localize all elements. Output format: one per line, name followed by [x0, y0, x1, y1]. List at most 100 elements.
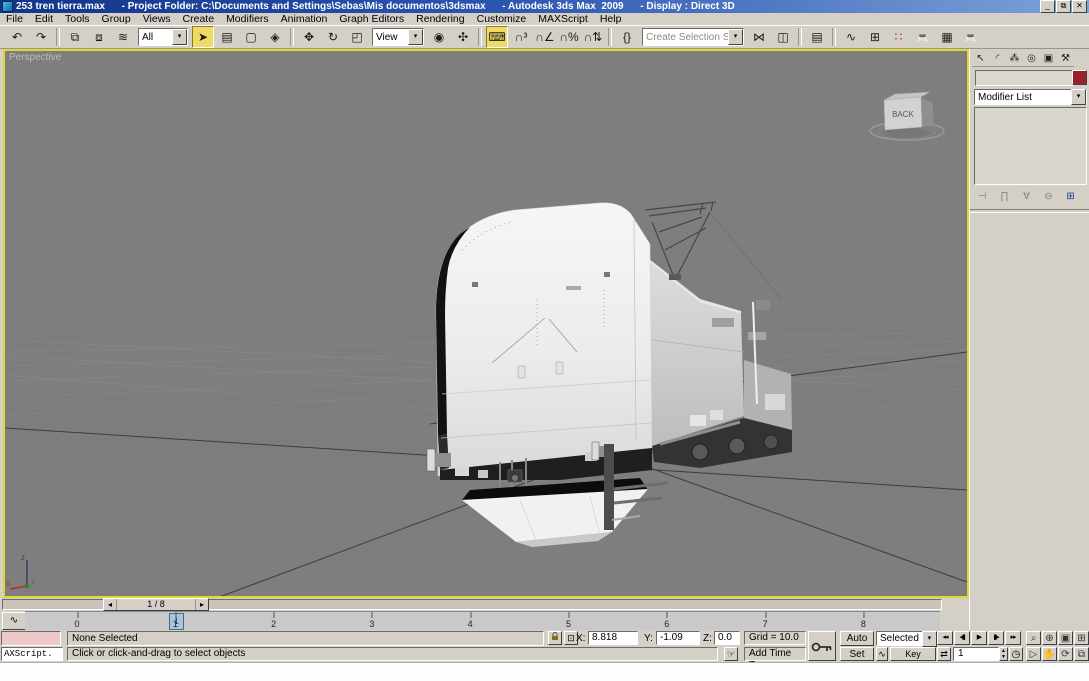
percent-snap-toggle-button[interactable]: ∩%	[558, 26, 580, 48]
chevron-down-icon[interactable]: ▾	[172, 29, 187, 45]
track-bar-ruler[interactable]: 1 012345678	[25, 611, 940, 631]
menu-rendering[interactable]: Rendering	[410, 13, 470, 25]
use-pivot-point-center-button[interactable]: ◉	[428, 26, 450, 48]
key-filters-button[interactable]: Key Filters...	[890, 647, 936, 661]
next-frame-button[interactable]: ▮▸	[988, 631, 1004, 645]
view-cube[interactable]: BACK	[870, 92, 944, 140]
chevron-down-icon[interactable]: ▾	[1071, 89, 1086, 105]
rectangular-selection-region-button[interactable]: ▢	[240, 26, 262, 48]
viewport-canvas[interactable]: BACK z x y	[5, 51, 967, 596]
make-unique-button[interactable]: ∀	[1017, 188, 1036, 205]
undo-button[interactable]: ↶	[6, 26, 28, 48]
layer-manager-button[interactable]: ▤	[806, 26, 828, 48]
menu-animation[interactable]: Animation	[275, 13, 334, 25]
field-of-view-button[interactable]: ▷	[1026, 647, 1041, 661]
snaps-toggle-button[interactable]: ∩³	[510, 26, 532, 48]
menu-group[interactable]: Group	[96, 13, 137, 25]
material-editor-button[interactable]: ∷	[888, 26, 910, 48]
modifier-list-dropdown[interactable]: Modifier List ▾	[974, 89, 1087, 105]
object-name-field[interactable]	[975, 70, 1074, 86]
y-coordinate-field[interactable]: -1.09	[656, 631, 700, 645]
select-object-button[interactable]: ➤	[192, 26, 214, 48]
default-in-out-tangents-button[interactable]: ∿	[876, 647, 888, 661]
menu-tools[interactable]: Tools	[59, 13, 96, 25]
bind-to-space-warp-button[interactable]: ≋	[112, 26, 134, 48]
reference-coordinate-system-dropdown[interactable]: View▾	[372, 28, 424, 46]
window-crossing-button[interactable]: ◈	[264, 26, 286, 48]
tab-display[interactable]: ▣	[1040, 51, 1057, 67]
menu-help[interactable]: Help	[594, 13, 628, 25]
edit-named-selection-sets-button[interactable]: {}	[616, 26, 638, 48]
add-time-tag-field[interactable]: Add Time Tag	[744, 647, 806, 661]
select-and-manipulate-button[interactable]: ✣	[452, 26, 474, 48]
selection-lock-toggle[interactable]	[548, 631, 562, 645]
select-by-name-button[interactable]: ▤	[216, 26, 238, 48]
menu-file[interactable]: File	[0, 13, 29, 25]
align-button[interactable]: ◫	[772, 26, 794, 48]
select-and-move-button[interactable]: ✥	[298, 26, 320, 48]
selection-set-key-dropdown[interactable]: Selected ▾	[876, 631, 936, 646]
select-and-scale-button[interactable]: ◰	[346, 26, 368, 48]
unlink-selection-button[interactable]: ⧈	[88, 26, 110, 48]
zoom-button[interactable]: ⌕	[1026, 631, 1041, 645]
render-setup-button[interactable]: ☕	[912, 26, 934, 48]
go-to-end-button[interactable]: ▸▸	[1005, 631, 1021, 645]
chevron-down-icon[interactable]: ▾	[408, 29, 423, 45]
train-model[interactable]	[427, 202, 792, 547]
tab-hierarchy[interactable]: ⁂	[1006, 51, 1023, 67]
redo-button[interactable]: ↷	[30, 26, 52, 48]
go-to-start-button[interactable]: ◂◂	[937, 631, 953, 645]
pan-button[interactable]: ✋	[1042, 647, 1057, 661]
minimize-button[interactable]: _	[1040, 0, 1055, 13]
maxscript-macro-recorder[interactable]	[1, 631, 61, 646]
show-end-result-button[interactable]: ∏	[995, 188, 1014, 205]
quick-render-button[interactable]: ☕	[960, 26, 982, 48]
time-tag-icon[interactable]: ☞	[724, 647, 738, 661]
previous-frame-arrow[interactable]: ◂	[104, 599, 117, 610]
title-bar[interactable]: 253 tren tierra.max - Project Folder: C:…	[0, 0, 1089, 13]
tab-motion[interactable]: ◎	[1023, 51, 1040, 67]
key-mode-toggle[interactable]: ⇄	[937, 647, 951, 661]
open-mini-curve-editor-button[interactable]: ∿	[2, 612, 26, 630]
select-and-link-button[interactable]: ⧉	[64, 26, 86, 48]
next-frame-arrow[interactable]: ▸	[195, 599, 208, 610]
chevron-down-icon[interactable]: ▾	[922, 631, 937, 647]
schematic-view-button[interactable]: ⊞	[864, 26, 886, 48]
x-coordinate-field[interactable]: 8.818	[588, 631, 638, 645]
menu-modifiers[interactable]: Modifiers	[220, 13, 275, 25]
zoom-extents-button[interactable]: ▣	[1058, 631, 1073, 645]
previous-frame-button[interactable]: ◂▮	[954, 631, 970, 645]
time-configuration-button[interactable]: ◷	[1009, 647, 1023, 661]
menu-graph-editors[interactable]: Graph Editors	[333, 13, 410, 25]
maxscript-mini-listener[interactable]: AXScript.	[1, 647, 63, 661]
frame-spinner[interactable]: ▲▼	[999, 647, 1008, 661]
arc-rotate-button[interactable]: ⟳	[1058, 647, 1073, 661]
selection-filter-dropdown[interactable]: All▾	[138, 28, 188, 46]
menu-views[interactable]: Views	[137, 13, 177, 25]
menu-maxscript[interactable]: MAXScript	[532, 13, 594, 25]
curve-editor-button[interactable]: ∿	[840, 26, 862, 48]
set-keys-button[interactable]	[808, 631, 836, 661]
tab-utilities[interactable]: ⚒	[1057, 51, 1074, 67]
angle-snap-toggle-button[interactable]: ∩∠	[534, 26, 556, 48]
menu-customize[interactable]: Customize	[471, 13, 533, 25]
configure-modifier-sets-button[interactable]: ⊞	[1061, 188, 1080, 205]
modifier-stack-list[interactable]	[974, 107, 1087, 185]
named-selection-sets-dropdown[interactable]: Create Selection Set▾	[642, 28, 744, 46]
close-button[interactable]: ✕	[1072, 0, 1087, 13]
z-coordinate-field[interactable]: 0.0	[714, 631, 740, 645]
keyboard-shortcut-override-button[interactable]: ⌨	[486, 26, 508, 48]
tab-create[interactable]: ↖	[972, 51, 989, 67]
viewport-label[interactable]: Perspective	[9, 52, 61, 63]
menu-edit[interactable]: Edit	[29, 13, 59, 25]
tab-modify[interactable]: ◜	[989, 51, 1006, 67]
spinner-snap-toggle-button[interactable]: ∩⇅	[582, 26, 604, 48]
perspective-viewport[interactable]: Perspective	[3, 49, 969, 598]
select-and-rotate-button[interactable]: ↻	[322, 26, 344, 48]
object-color-swatch[interactable]	[1072, 70, 1087, 85]
zoom-extents-all-button[interactable]: ⊞	[1074, 631, 1089, 645]
mirror-button[interactable]: ⋈	[748, 26, 770, 48]
restore-button[interactable]: ⧉	[1056, 0, 1071, 13]
maximize-viewport-button[interactable]: ⧉	[1074, 647, 1089, 661]
set-key-button[interactable]: Set Key	[840, 647, 874, 661]
